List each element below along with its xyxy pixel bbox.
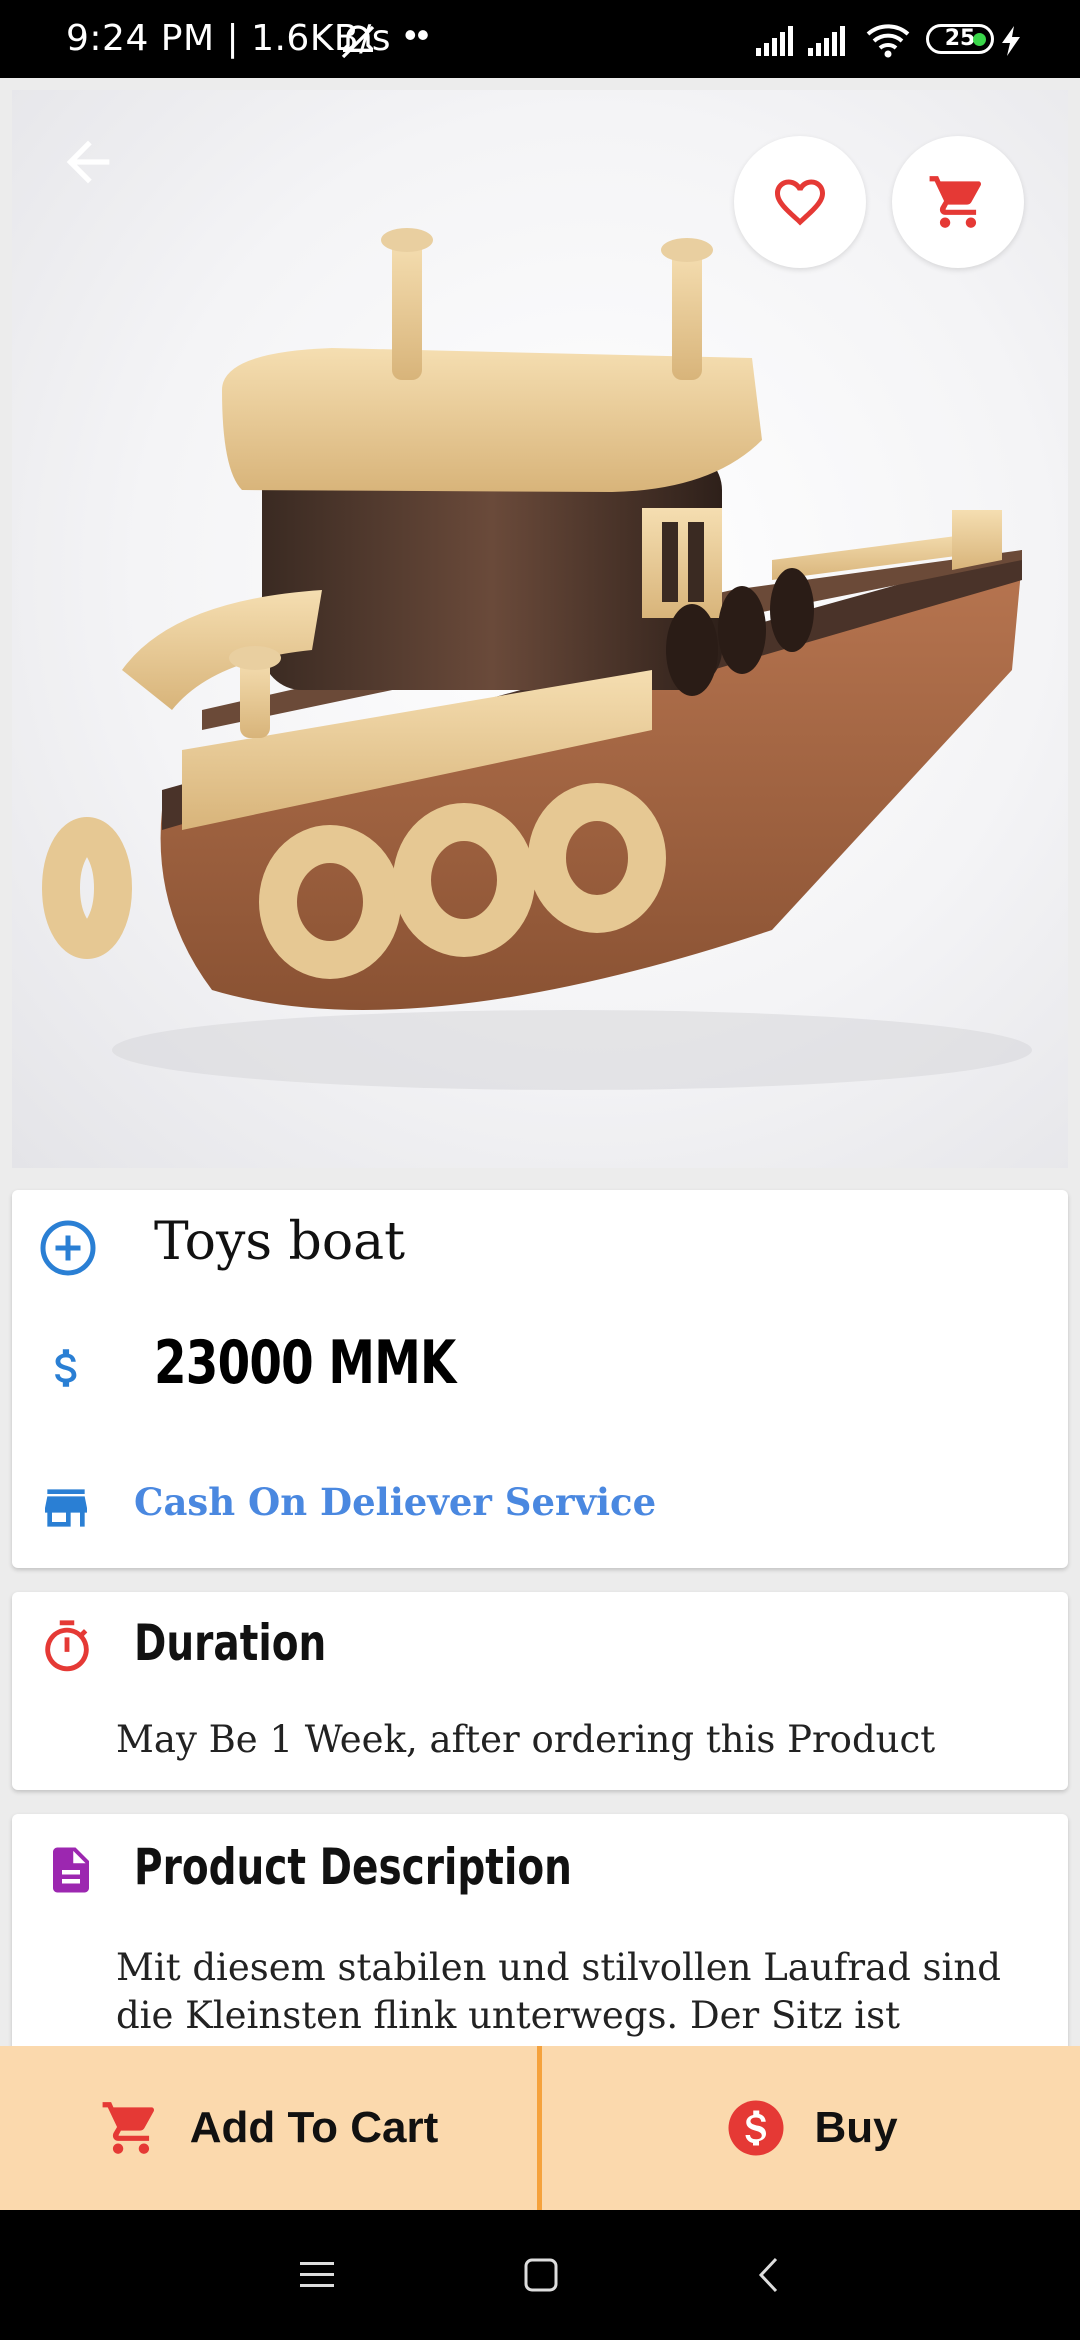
timer-icon — [45, 1620, 89, 1672]
menu-icon[interactable] — [300, 2260, 334, 2290]
status-dots: •• — [404, 14, 430, 55]
dollar-icon — [55, 1349, 77, 1387]
action-divider — [537, 2046, 542, 2210]
plus-circle-icon — [40, 1220, 96, 1276]
battery-level: 25 — [944, 26, 976, 51]
dollar-circle-icon — [728, 2100, 784, 2156]
product-info-card: Toys boat 23000 MMK Cash On Deliever Ser… — [12, 1190, 1068, 1568]
favorite-button[interactable] — [734, 136, 866, 268]
duration-card: Duration May Be 1 Week, after ordering t… — [12, 1592, 1068, 1790]
battery-charging-dot — [973, 33, 986, 46]
buy-label: Buy — [814, 2103, 898, 2152]
home-square-icon[interactable] — [524, 2258, 558, 2292]
signal-icon — [756, 26, 793, 56]
product-image — [12, 90, 1068, 1168]
description-text: Mit diesem stabilen und stilvollen Laufr… — [116, 1946, 1001, 2037]
service-link[interactable]: Cash On Deliever Service — [134, 1480, 656, 1524]
product-name: Toys boat — [154, 1212, 406, 1272]
description-heading: Product Description — [134, 1838, 572, 1896]
product-price: 23000 MMK — [154, 1328, 456, 1398]
arrow-left-icon[interactable] — [56, 130, 120, 194]
boat-illustration — [42, 228, 1032, 1090]
cart-button[interactable] — [892, 136, 1024, 268]
document-icon — [53, 1847, 89, 1893]
battery-indicator: 25 — [926, 24, 994, 54]
buy-button[interactable]: Buy — [544, 2046, 1080, 2210]
charging-bolt-icon — [1002, 26, 1020, 56]
duration-text: May Be 1 Week, after ordering this Produ… — [116, 1718, 936, 1761]
heart-outline-icon — [775, 179, 825, 226]
store-icon — [45, 1489, 87, 1527]
action-bar: Add To Cart Buy — [0, 2046, 1080, 2210]
signal-icon — [808, 26, 845, 56]
shopping-cart-icon — [929, 176, 981, 228]
shopping-cart-icon — [102, 2102, 154, 2154]
add-to-cart-label: Add To Cart — [189, 2103, 439, 2152]
system-nav-bar — [0, 2210, 1080, 2340]
add-to-cart-button[interactable]: Add To Cart — [0, 2046, 538, 2210]
mute-bell-icon — [341, 25, 375, 59]
status-bar: 9:24 PM | 1.6KB/s •• 25 — [0, 0, 1080, 78]
duration-heading: Duration — [134, 1614, 327, 1672]
wifi-icon — [866, 24, 910, 58]
back-icon[interactable] — [756, 2256, 780, 2294]
